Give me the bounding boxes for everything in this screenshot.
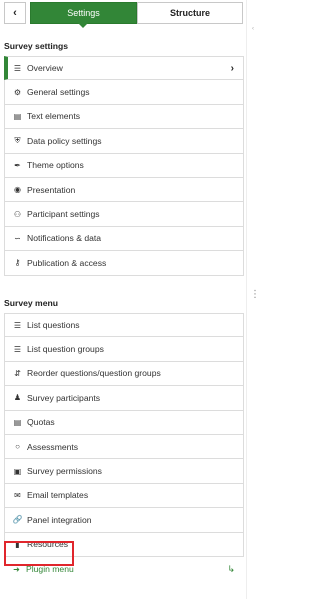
list-icon: ☰ <box>13 344 22 354</box>
key-icon: ⚷ <box>14 258 21 268</box>
menu-item-label: Theme options <box>27 160 84 171</box>
users-icon: ⚇ <box>13 209 22 219</box>
menu-item-resources[interactable]: ▮ Resources <box>4 532 244 557</box>
menu-item-text-elements[interactable]: ▤ Text elements <box>4 104 244 130</box>
menu-item-survey-participants[interactable]: ♟ Survey participants <box>4 386 244 411</box>
menu-item-label: Survey participants <box>27 392 101 403</box>
menu-item-general-settings[interactable]: ⚙ General settings <box>4 80 244 105</box>
menu-item-quotas[interactable]: ▤ Quotas <box>4 410 244 435</box>
menu-item-email-templates[interactable]: ✉ Email templates <box>4 483 244 509</box>
menu-item-label: Reorder questions/question groups <box>27 368 161 379</box>
menu-item-label: Assessments <box>27 441 79 452</box>
menu-item-label: Text elements <box>27 111 81 122</box>
menu-item-label: Participant settings <box>27 209 100 220</box>
chevron-left-icon: ‹ <box>13 7 17 19</box>
sidebar-resize-rail[interactable]: ‹ ⋮ <box>246 0 260 599</box>
tab-settings-label: Settings <box>67 8 100 18</box>
eye-slash-icon: ◉ <box>14 185 21 195</box>
menu-item-theme-options[interactable]: ✒ Theme options <box>4 153 244 178</box>
menu-item-label: General settings <box>27 87 90 98</box>
survey-menu-heading: Survey menu <box>4 298 58 308</box>
drag-handle-icon[interactable]: ⋮ <box>250 290 260 300</box>
shield-icon: ⛨ <box>14 135 21 145</box>
menu-item-label: List question groups <box>27 344 104 355</box>
paint-brush-icon: ✒ <box>14 160 21 170</box>
arrow-right-icon: ➜ <box>13 564 20 574</box>
menu-item-label: Plugin menu <box>26 564 74 575</box>
collapse-arrow-icon: ‹ <box>252 26 254 32</box>
menu-item-assessments[interactable]: ○ Assessments <box>4 434 244 460</box>
tab-structure[interactable]: Structure <box>137 2 243 24</box>
side-menu-panel: ‹ Settings Structure Survey settings ☰ O… <box>0 0 246 599</box>
user-icon: ♟ <box>13 393 22 403</box>
menu-item-label: Panel integration <box>27 514 92 525</box>
envelope-icon: ✉ <box>14 490 21 500</box>
tab-settings[interactable]: Settings <box>30 2 137 28</box>
menu-item-label: Overview <box>27 63 63 74</box>
menu-item-label: Presentation <box>27 184 76 195</box>
menu-item-presentation[interactable]: ◉ Presentation <box>4 177 244 203</box>
survey-settings-list: ☰ Overview › ⚙ General settings ▤ Text e… <box>4 56 244 276</box>
file-text-icon: ▤ <box>13 111 22 121</box>
cogs-icon: ⚙ <box>13 87 22 97</box>
menu-item-reorder-questions[interactable]: ⇵ Reorder questions/question groups <box>4 361 244 387</box>
menu-item-label: Publication & access <box>27 257 107 268</box>
menu-item-label: Notifications & data <box>27 233 102 244</box>
menu-item-label: List questions <box>27 320 80 331</box>
arrow-down-icon: ↳ <box>227 563 235 574</box>
link-icon: 🔗 <box>12 515 23 525</box>
chevron-right-icon: › <box>230 62 234 74</box>
menu-item-overview[interactable]: ☰ Overview › <box>4 56 244 81</box>
survey-settings-heading: Survey settings <box>4 41 68 51</box>
menu-item-plugin-menu[interactable]: ➜ Plugin menu ↳ <box>4 556 244 582</box>
menu-item-survey-permissions[interactable]: ▣ Survey permissions <box>4 459 244 484</box>
menu-item-label: Resources <box>27 539 69 550</box>
survey-menu-list: ☰ List questions ☰ List question groups … <box>4 313 244 582</box>
side-menu-tabs: ‹ Settings Structure <box>4 2 243 28</box>
active-tab-caret <box>78 23 88 28</box>
menu-item-participant-settings[interactable]: ⚇ Participant settings <box>4 202 244 227</box>
menu-item-data-policy-settings[interactable]: ⛨ Data policy settings <box>4 129 244 154</box>
list-icon: ☰ <box>13 63 22 73</box>
menu-item-list-questions[interactable]: ☰ List questions <box>4 313 244 338</box>
tab-structure-label: Structure <box>169 8 210 18</box>
lock-icon: ▣ <box>13 466 22 476</box>
menu-item-label: Survey permissions <box>27 466 102 477</box>
collapse-sidebar-button[interactable]: ‹ <box>4 2 26 24</box>
menu-item-label: Quotas <box>27 417 55 428</box>
comment-icon: ○ <box>15 442 20 452</box>
menu-item-list-question-groups[interactable]: ☰ List question groups <box>4 337 244 362</box>
menu-item-label: Email templates <box>27 490 89 501</box>
menu-item-notifications-data[interactable]: ∽ Notifications & data <box>4 226 244 252</box>
menu-item-panel-integration[interactable]: 🔗 Panel integration <box>4 508 244 533</box>
tasks-icon: ▤ <box>13 417 22 427</box>
menu-item-publication-access[interactable]: ⚷ Publication & access <box>4 251 244 276</box>
rss-icon: ∽ <box>14 233 21 243</box>
menu-item-label: Data policy settings <box>27 135 102 146</box>
list-icon: ☰ <box>13 320 22 330</box>
file-icon: ▮ <box>15 539 20 549</box>
reorder-icon: ⇵ <box>14 368 21 378</box>
